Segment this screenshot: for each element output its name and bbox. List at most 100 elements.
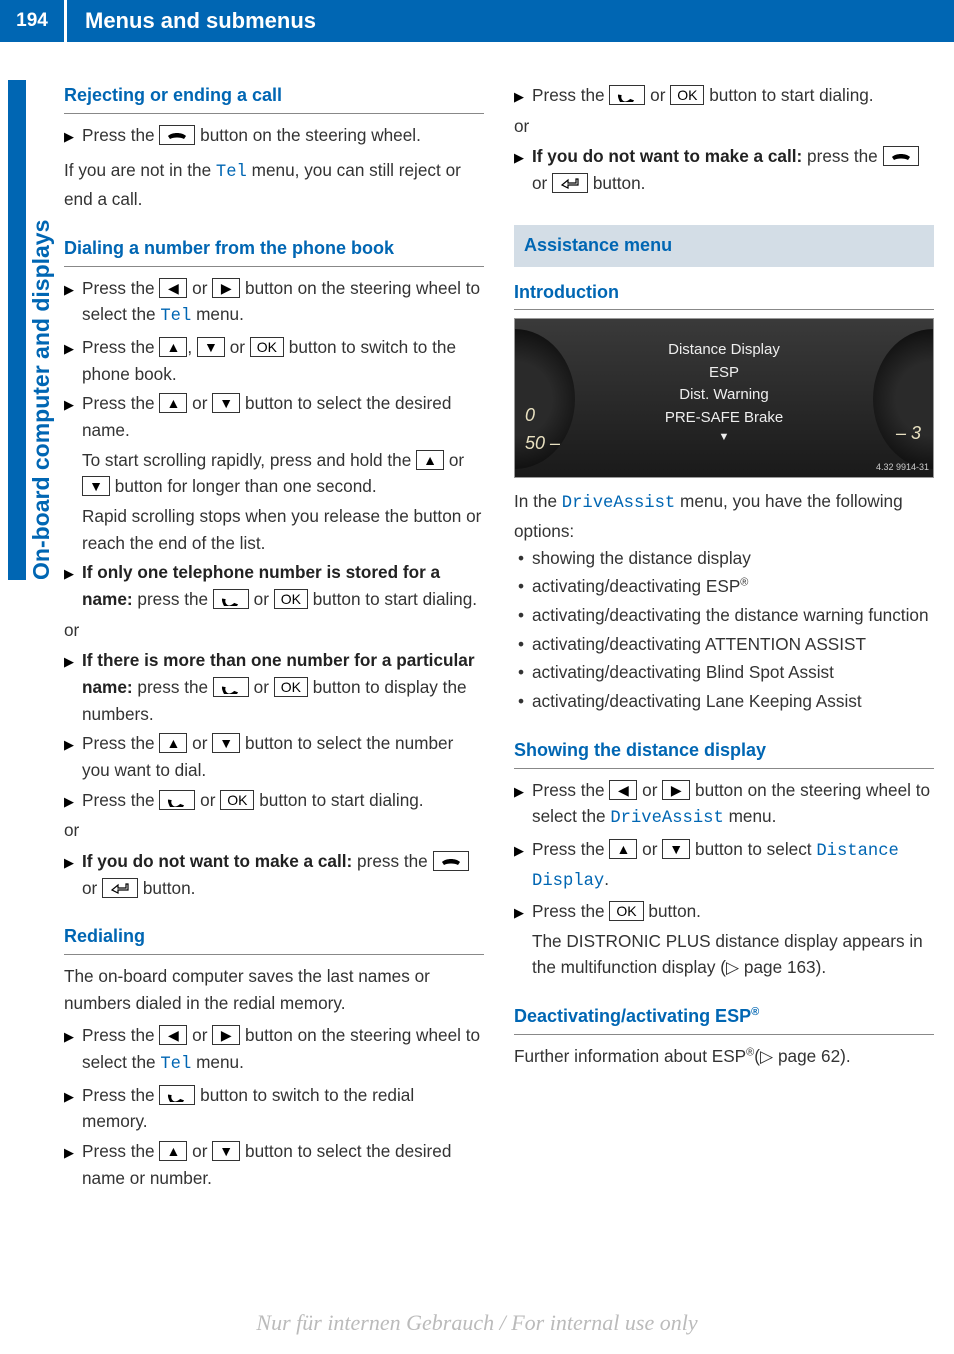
up-icon: ▲ xyxy=(609,839,637,859)
text: button to start dialing. xyxy=(704,85,873,105)
dash-line: Distance Display xyxy=(665,339,783,362)
up-icon: ▲ xyxy=(416,450,444,470)
gauge-num: 3 xyxy=(911,423,921,443)
text: menu. xyxy=(724,806,777,826)
left-icon: ◀ xyxy=(159,1025,187,1045)
text: Press the xyxy=(532,780,609,800)
page-ref: ▷ page 62 xyxy=(760,1046,840,1066)
gauge-num: 0 xyxy=(525,405,535,425)
text: button for longer than one second. xyxy=(110,476,377,496)
heading-showing-distance: Showing the distance display xyxy=(514,737,934,769)
text: Press the xyxy=(82,393,159,413)
menu-name-driveassist: DriveAssist xyxy=(610,809,723,828)
text: Press the xyxy=(82,125,159,145)
chapter-title: Menus and submenus xyxy=(67,0,954,42)
heading-dialing: Dialing a number from the phone book xyxy=(64,235,484,267)
menu-name-driveassist: DriveAssist xyxy=(562,494,675,513)
text: ). xyxy=(840,1046,851,1066)
text: or xyxy=(187,733,212,753)
heading-introduction: Introduction xyxy=(514,279,934,311)
ok-key: OK xyxy=(250,337,284,357)
ok-key: OK xyxy=(670,85,704,105)
dash-line: Dist. Warning xyxy=(665,384,783,407)
up-icon: ▲ xyxy=(159,337,187,357)
step-marker: ▶ xyxy=(64,122,82,149)
left-icon: ◀ xyxy=(609,780,637,800)
left-icon: ◀ xyxy=(159,278,187,298)
list-item: showing the distance display xyxy=(532,545,934,572)
right-icon: ▶ xyxy=(212,278,240,298)
dashboard-image: Distance Display ESP Dist. Warning PRE-S… xyxy=(514,318,934,478)
ok-key: OK xyxy=(274,589,308,609)
text: button to select xyxy=(690,839,816,859)
down-icon: ▼ xyxy=(82,476,110,496)
list-item: activating/deactivating ESP xyxy=(532,576,740,596)
pickup-icon xyxy=(159,790,195,810)
pickup-icon xyxy=(159,1085,195,1105)
text: ). xyxy=(816,957,827,977)
ok-key: OK xyxy=(220,790,254,810)
text: press the xyxy=(352,851,432,871)
text: or xyxy=(225,337,250,357)
text: button to start dialing. xyxy=(254,790,423,810)
right-column: ▶ Press the or OK button to start dialin… xyxy=(514,70,934,1194)
text: button. xyxy=(644,901,701,921)
left-column: Rejecting or ending a call ▶ Press the b… xyxy=(64,70,484,1194)
text: button on the steering wheel. xyxy=(195,125,421,145)
or-text: or xyxy=(64,817,484,844)
menu-name-tel: Tel xyxy=(160,1055,191,1074)
watermark: Nur für internen Gebrauch / For internal… xyxy=(0,1310,954,1336)
text: Press the xyxy=(532,901,609,921)
text: Press the xyxy=(532,85,609,105)
text: press the xyxy=(802,146,882,166)
bold-text: If you do not want to make a call: xyxy=(532,146,802,166)
text: Press the xyxy=(82,1141,159,1161)
text: button to start dialing. xyxy=(308,589,477,609)
gauge-num: 50 xyxy=(525,433,545,453)
text: Press the xyxy=(82,1085,159,1105)
text: or xyxy=(187,278,212,298)
text: Press the xyxy=(82,337,159,357)
hangup-icon xyxy=(883,146,919,166)
pickup-icon xyxy=(609,85,645,105)
page-header: 194 Menus and submenus xyxy=(0,0,954,42)
back-icon xyxy=(102,878,138,898)
text: or xyxy=(195,790,220,810)
text: Press the xyxy=(82,733,159,753)
page-ref: ▷ page 163 xyxy=(726,957,816,977)
dash-line: ESP xyxy=(665,362,783,385)
text: menu. xyxy=(191,1052,244,1072)
down-icon: ▼ xyxy=(197,337,225,357)
text: or xyxy=(187,1141,212,1161)
text: Press the xyxy=(532,839,609,859)
text: To start scrolling rapidly, press and ho… xyxy=(82,450,416,470)
bold-text: If you do not want to make a call: xyxy=(82,851,352,871)
text: or xyxy=(637,780,662,800)
right-icon: ▶ xyxy=(662,780,690,800)
list-item: activating/deactivating the distance war… xyxy=(532,602,934,629)
text: button. xyxy=(588,173,645,193)
text: or xyxy=(645,85,670,105)
text: or xyxy=(249,677,274,697)
text: In the xyxy=(514,491,562,511)
text: or xyxy=(532,173,552,193)
side-tab-label: On-board computer and displays xyxy=(28,220,55,580)
ok-key: OK xyxy=(274,677,308,697)
registered-mark: ® xyxy=(740,577,748,589)
text: press the xyxy=(133,589,213,609)
list-item: activating/deactivating Blind Spot Assis… xyxy=(532,659,934,686)
text: Press the xyxy=(82,278,159,298)
text: or xyxy=(187,393,212,413)
hangup-icon xyxy=(433,851,469,871)
dash-line: PRE-SAFE Brake xyxy=(665,407,783,430)
up-icon: ▲ xyxy=(159,393,187,413)
text: Rapid scrolling stops when you release t… xyxy=(64,503,484,556)
text: press the xyxy=(133,677,213,697)
pickup-icon xyxy=(213,589,249,609)
text: button. xyxy=(138,878,195,898)
down-icon: ▼ xyxy=(212,733,240,753)
image-code: 4.32 9914-31 xyxy=(876,461,929,475)
registered-mark: ® xyxy=(751,1006,759,1018)
text: If you are not in the xyxy=(64,160,216,180)
up-icon: ▲ xyxy=(159,733,187,753)
